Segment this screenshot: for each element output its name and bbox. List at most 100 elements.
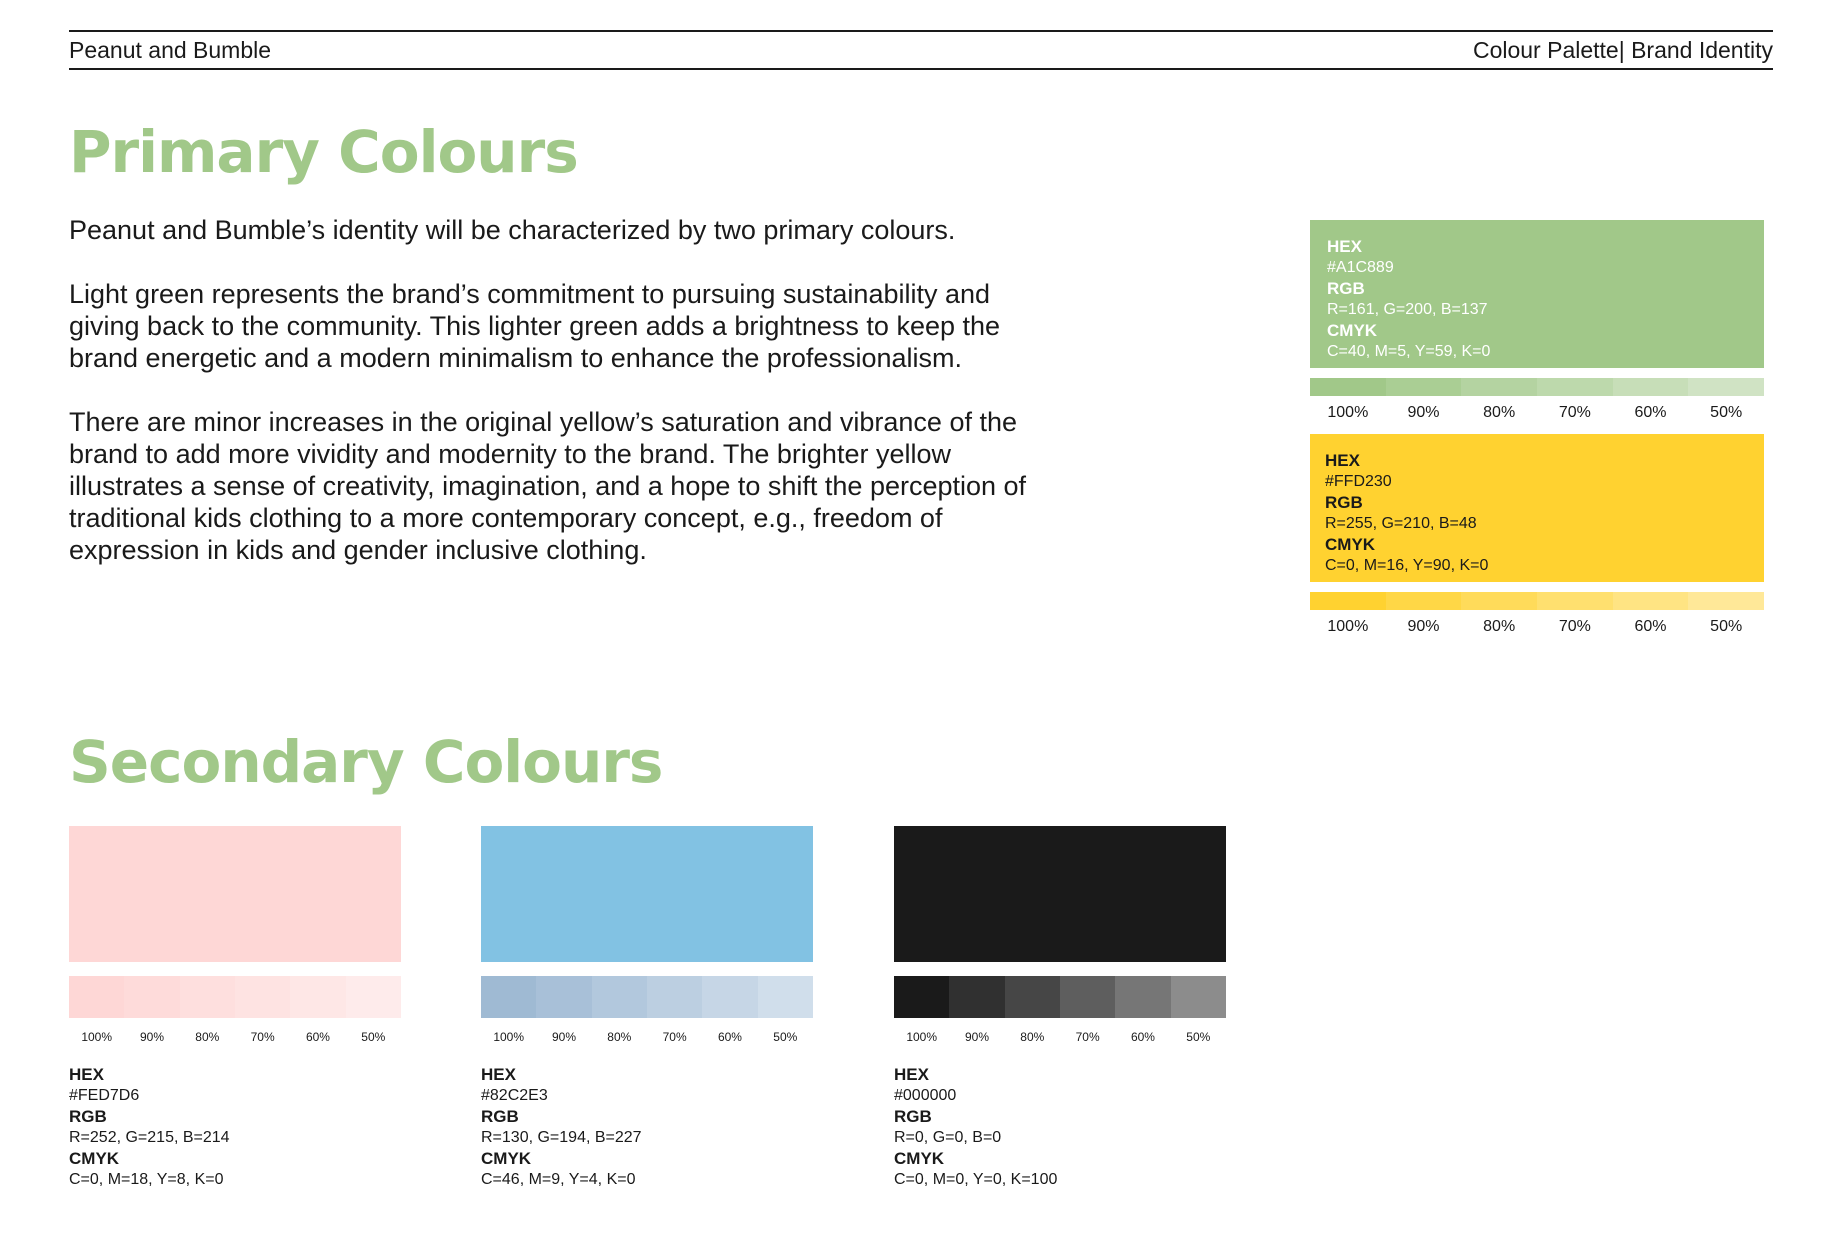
tint-label: 50% bbox=[1710, 404, 1743, 421]
tint-label: 100% bbox=[1327, 618, 1369, 635]
tint-label: 70% bbox=[1558, 404, 1591, 421]
tint-chip bbox=[894, 976, 950, 1018]
tint-chip bbox=[1612, 378, 1689, 396]
black-colour-info: HEX #000000 RGB R=0, G=0, B=0 CMYK C=0, … bbox=[894, 1064, 1057, 1190]
tint-chip bbox=[1461, 592, 1538, 610]
yellow-swatch: HEX #FFD230 RGB R=255, G=210, B=48 CMYK … bbox=[1310, 434, 1764, 582]
primary-colours-title: Primary Colours bbox=[69, 118, 579, 186]
tint-chip bbox=[757, 976, 813, 1018]
paragraph-intro: Peanut and Bumble’s identity will be cha… bbox=[69, 215, 956, 245]
tint-label: 90% bbox=[1407, 404, 1440, 421]
tint-label: 70% bbox=[1075, 1030, 1100, 1044]
tint-chip bbox=[1612, 592, 1689, 610]
green-tint-labels: 100% 90% 80% 70% 60% 50% bbox=[1310, 404, 1764, 422]
tint-chip bbox=[124, 976, 180, 1018]
tint-label: 70% bbox=[250, 1030, 275, 1044]
yellow-tint-labels: 100% 90% 80% 70% 60% 50% bbox=[1310, 618, 1764, 636]
primary-description: Peanut and Bumble’s identity will be cha… bbox=[69, 214, 1029, 598]
tint-label: 60% bbox=[1130, 1030, 1155, 1044]
cmyk-label: CMYK bbox=[1325, 535, 1376, 554]
tint-chip bbox=[345, 976, 401, 1018]
hex-label: HEX bbox=[69, 1065, 104, 1084]
tint-chip bbox=[702, 976, 758, 1018]
tint-chip bbox=[1059, 976, 1116, 1018]
tint-chip bbox=[646, 976, 703, 1018]
black-tint-labels: 100% 90% 80% 70% 60% 50% bbox=[894, 1030, 1226, 1044]
rgb-label: RGB bbox=[1327, 279, 1365, 298]
tint-chip bbox=[290, 976, 346, 1018]
tint-label: 100% bbox=[1327, 404, 1369, 421]
tint-label: 50% bbox=[1186, 1030, 1211, 1044]
rgb-label: RGB bbox=[894, 1107, 932, 1126]
tint-label: 90% bbox=[1407, 618, 1440, 635]
blue-tint-bar bbox=[481, 976, 813, 1018]
pink-swatch bbox=[69, 826, 401, 962]
tint-label: 60% bbox=[305, 1030, 330, 1044]
paragraph-green: Light green represents the brand’s commi… bbox=[69, 279, 1001, 373]
tint-chip bbox=[1115, 976, 1171, 1018]
pink-colour-info: HEX #FED7D6 RGB R=252, G=215, B=214 CMYK… bbox=[69, 1064, 230, 1190]
rgb-value: R=130, G=194, B=227 bbox=[481, 1129, 642, 1146]
tint-chip bbox=[1688, 592, 1765, 610]
black-tint-bar bbox=[894, 976, 1226, 1018]
tint-chip bbox=[536, 976, 592, 1018]
hex-value: #FED7D6 bbox=[69, 1087, 140, 1104]
pink-tint-labels: 100% 90% 80% 70% 60% 50% bbox=[69, 1030, 401, 1044]
tint-chip bbox=[1310, 592, 1386, 610]
blue-tint-labels: 100% 90% 80% 70% 60% 50% bbox=[481, 1030, 813, 1044]
pink-tint-bar bbox=[69, 976, 401, 1018]
tint-chip bbox=[591, 976, 647, 1018]
brand-name: Peanut and Bumble bbox=[69, 36, 272, 63]
tint-label: 90% bbox=[551, 1030, 576, 1044]
tint-label: 80% bbox=[1483, 404, 1516, 421]
document-section: Colour Palette| Brand Identity bbox=[1472, 36, 1773, 63]
tint-label: 90% bbox=[964, 1030, 989, 1044]
rgb-value: R=255, G=210, B=48 bbox=[1325, 515, 1477, 532]
tint-chip bbox=[949, 976, 1005, 1018]
hex-label: HEX bbox=[1325, 451, 1360, 470]
tint-label: 70% bbox=[662, 1030, 687, 1044]
cmyk-value: C=46, M=9, Y=4, K=0 bbox=[481, 1171, 636, 1188]
black-swatch bbox=[894, 826, 1226, 962]
tint-label: 80% bbox=[195, 1030, 220, 1044]
cmyk-value: C=0, M=18, Y=8, K=0 bbox=[69, 1171, 224, 1188]
tint-chip bbox=[481, 976, 537, 1018]
yellow-tint-bar bbox=[1310, 592, 1765, 610]
tint-chip bbox=[1310, 378, 1386, 396]
cmyk-label: CMYK bbox=[894, 1149, 945, 1168]
cmyk-label: CMYK bbox=[69, 1149, 120, 1168]
hex-label: HEX bbox=[1327, 237, 1362, 256]
hex-label: HEX bbox=[481, 1065, 516, 1084]
rgb-label: RGB bbox=[69, 1107, 107, 1126]
tint-chip bbox=[1461, 378, 1538, 396]
cmyk-value: C=40, M=5, Y=59, K=0 bbox=[1327, 343, 1491, 360]
paragraph-yellow: There are minor increases in the origina… bbox=[69, 407, 1027, 565]
tint-chip bbox=[179, 976, 235, 1018]
tint-chip bbox=[1170, 976, 1226, 1018]
tint-label: 70% bbox=[1558, 618, 1591, 635]
tint-chip bbox=[1385, 592, 1462, 610]
tint-label: 60% bbox=[717, 1030, 742, 1044]
tint-chip bbox=[1385, 378, 1462, 396]
tint-chip bbox=[234, 976, 291, 1018]
tint-chip bbox=[1537, 592, 1613, 610]
blue-swatch bbox=[481, 826, 813, 962]
secondary-colours-title: Secondary Colours bbox=[69, 728, 663, 796]
hex-value: #000000 bbox=[894, 1087, 957, 1104]
tint-label: 50% bbox=[361, 1030, 386, 1044]
hex-value: #A1C889 bbox=[1327, 259, 1394, 276]
page-header: Peanut and Bumble Colour Palette| Brand … bbox=[69, 30, 1773, 70]
tint-label: 50% bbox=[773, 1030, 798, 1044]
tint-label: 80% bbox=[607, 1030, 632, 1044]
rgb-label: RGB bbox=[1325, 493, 1363, 512]
tint-chip bbox=[69, 976, 125, 1018]
tint-label: 100% bbox=[81, 1030, 113, 1044]
cmyk-value: C=0, M=0, Y=0, K=100 bbox=[894, 1171, 1058, 1188]
rgb-value: R=0, G=0, B=0 bbox=[894, 1129, 1002, 1146]
tint-label: 60% bbox=[1634, 618, 1667, 635]
tint-label: 60% bbox=[1634, 404, 1667, 421]
tint-label: 50% bbox=[1710, 618, 1743, 635]
tint-label: 100% bbox=[493, 1030, 525, 1044]
tint-chip bbox=[1004, 976, 1060, 1018]
tint-label: 80% bbox=[1020, 1030, 1045, 1044]
